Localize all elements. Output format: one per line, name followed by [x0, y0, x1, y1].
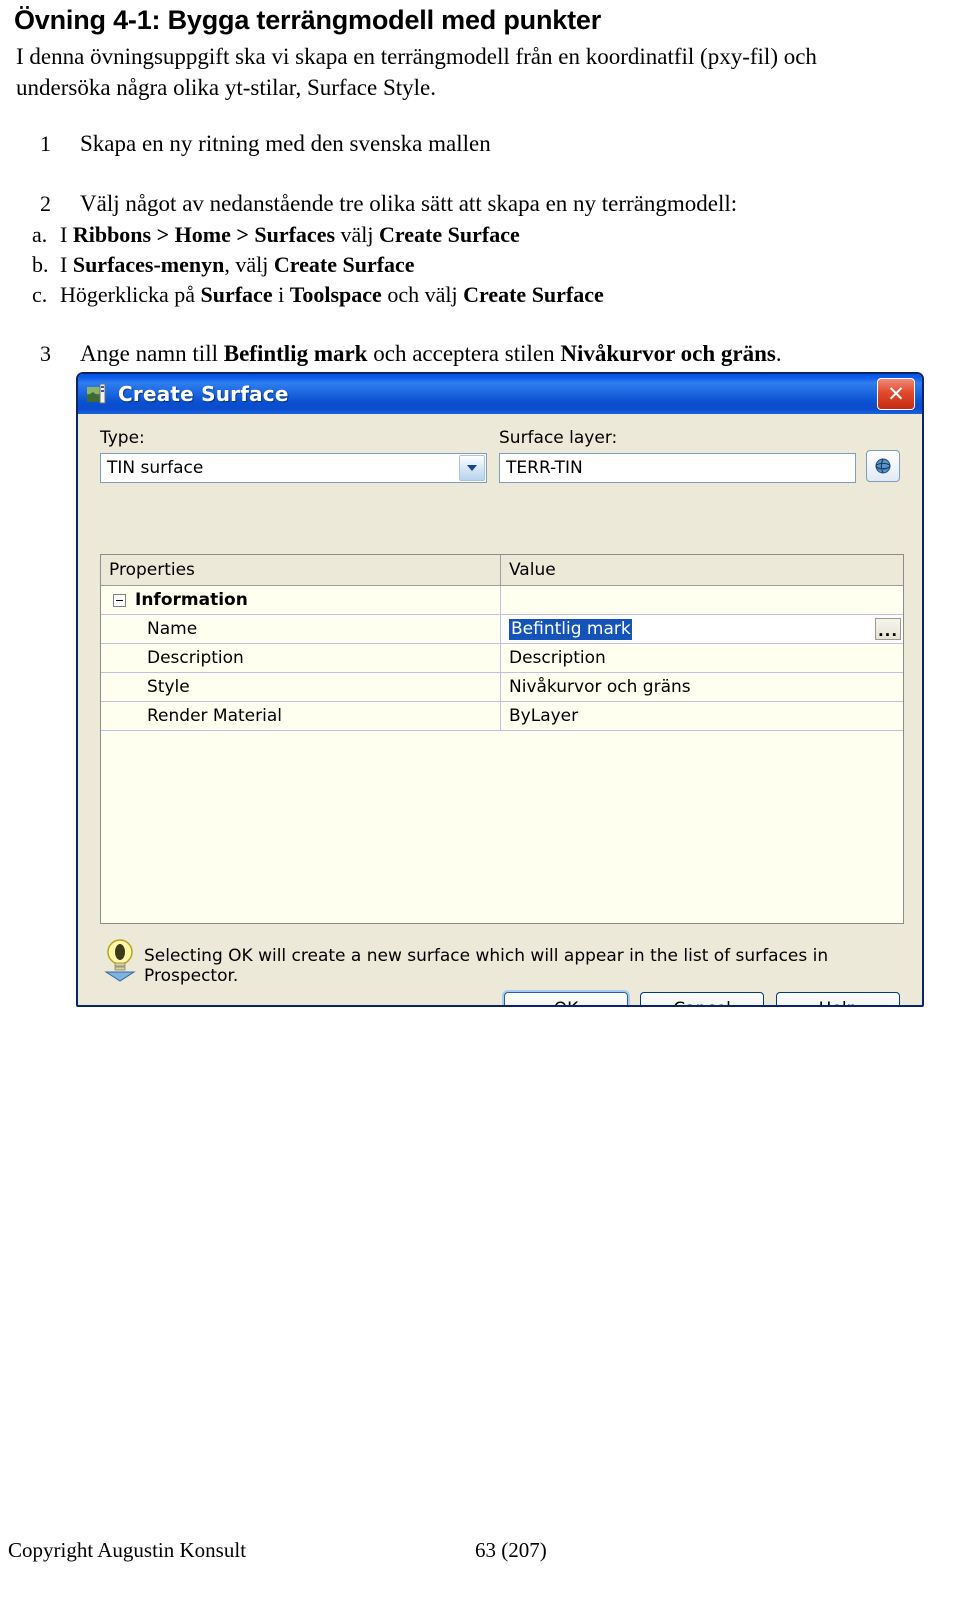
- surface-layer-label: Surface layer:: [499, 428, 618, 448]
- create-surface-dialog: Create Surface ✕ Type: TIN surface Surfa…: [76, 372, 924, 1007]
- lightbulb-icon: [100, 936, 140, 982]
- close-icon[interactable]: ✕: [877, 378, 915, 410]
- surface-layer-field-group: Surface layer: TERR-TIN: [499, 428, 857, 483]
- dialog-buttons: OK Cancel Help: [504, 992, 900, 1005]
- step-2: 2 Välj något av nedanstående tre olika s…: [0, 188, 960, 310]
- footer-copyright: Copyright Augustin Konsult: [8, 1538, 247, 1562]
- hint-area: Selecting OK will create a new surface w…: [100, 936, 904, 986]
- substep-text: I Ribbons > Home > Surfaces välj Create …: [60, 222, 520, 247]
- group-label-text: Information: [135, 590, 248, 610]
- column-header-properties: Properties: [101, 555, 501, 585]
- substep-marker: b.: [32, 252, 49, 277]
- substep-text: I Surfaces-menyn, välj Create Surface: [60, 252, 415, 277]
- page-footer: Copyright Augustin Konsult 63 (207): [0, 1538, 960, 1578]
- substep-marker: c.: [32, 282, 48, 307]
- step-number: 1: [40, 131, 51, 156]
- substeps-list: a. I Ribbons > Home > Surfaces välj Crea…: [0, 220, 960, 310]
- substep-c: c. Högerklicka på Surface i Toolspace oc…: [0, 280, 960, 310]
- substep-text: Högerklicka på Surface i Toolspace och v…: [60, 282, 604, 307]
- table-row[interactable]: Description Description: [101, 644, 903, 673]
- layer-picker-icon[interactable]: [866, 450, 900, 482]
- document-page: Övning 4-1: Bygga terrängmodell med punk…: [0, 0, 960, 1622]
- step-text: Ange namn till Befintlig mark och accept…: [80, 341, 782, 366]
- name-ellipsis-button[interactable]: ...: [875, 618, 901, 640]
- ellipsis-label: ...: [877, 622, 899, 640]
- steps-list: 1 Skapa en ny ritning med den svenska ma…: [0, 128, 960, 370]
- properties-grid[interactable]: Properties Value Information Name Befint…: [100, 554, 904, 924]
- hint-text: Selecting OK will create a new surface w…: [144, 946, 829, 986]
- property-value-cell[interactable]: ByLayer: [501, 702, 903, 730]
- surface-icon: [86, 382, 110, 406]
- ok-button[interactable]: OK: [504, 992, 628, 1005]
- step-number: 3: [40, 341, 51, 366]
- property-name-cell: Style: [101, 673, 501, 701]
- column-header-value: Value: [509, 560, 556, 580]
- help-button[interactable]: Help: [776, 992, 900, 1005]
- dialog-titlebar[interactable]: Create Surface ✕: [78, 374, 922, 414]
- property-name-cell: Render Material: [101, 702, 501, 730]
- type-field-group: Type: TIN surface: [100, 428, 487, 483]
- step-number: 2: [40, 191, 51, 216]
- substep-a: a. I Ribbons > Home > Surfaces välj Crea…: [0, 220, 960, 250]
- top-fields: Type: TIN surface Surface layer: TERR-TI…: [100, 428, 900, 483]
- step-3: 3 Ange namn till Befintlig mark och acce…: [0, 338, 960, 370]
- table-row[interactable]: Style Nivåkurvor och gräns: [101, 673, 903, 702]
- cancel-button[interactable]: Cancel: [640, 992, 764, 1005]
- property-value-cell[interactable]: Description: [501, 644, 903, 672]
- page-title: Övning 4-1: Bygga terrängmodell med punk…: [14, 5, 601, 35]
- footer-page-number: 63 (207): [475, 1538, 547, 1562]
- grid-group-row-information[interactable]: Information: [101, 586, 903, 615]
- group-label-cell: Information: [101, 586, 501, 614]
- property-value-cell[interactable]: Nivåkurvor och gräns: [501, 673, 903, 701]
- table-row[interactable]: Render Material ByLayer: [101, 702, 903, 731]
- table-row[interactable]: Name Befintlig mark ...: [101, 615, 903, 644]
- type-select[interactable]: TIN surface: [100, 453, 487, 483]
- type-label: Type:: [100, 428, 145, 448]
- intro-paragraph: I denna övningsuppgift ska vi skapa en t…: [16, 44, 817, 100]
- close-glyph: ✕: [887, 381, 905, 406]
- property-name-cell: Name: [101, 615, 501, 643]
- grid-header-row: Properties Value: [101, 555, 903, 586]
- group-value-cell: [501, 586, 903, 614]
- property-name-cell: Description: [101, 644, 501, 672]
- name-value-selected-text: Befintlig mark: [509, 618, 632, 640]
- chevron-down-icon[interactable]: [459, 455, 485, 481]
- step-1: 1 Skapa en ny ritning med den svenska ma…: [0, 128, 960, 188]
- type-value: TIN surface: [107, 458, 204, 478]
- step-text: Skapa en ny ritning med den svenska mall…: [80, 131, 491, 156]
- substep-marker: a.: [32, 222, 48, 247]
- property-value-cell[interactable]: Befintlig mark ...: [501, 615, 903, 643]
- step-text: Välj något av nedanstående tre olika sät…: [80, 191, 738, 216]
- dialog-body: Type: TIN surface Surface layer: TERR-TI…: [78, 414, 922, 1005]
- surface-layer-input[interactable]: TERR-TIN: [499, 453, 857, 483]
- dialog-title: Create Surface: [118, 382, 289, 406]
- substep-b: b. I Surfaces-menyn, välj Create Surface: [0, 250, 960, 280]
- collapse-expander-icon[interactable]: [113, 593, 126, 607]
